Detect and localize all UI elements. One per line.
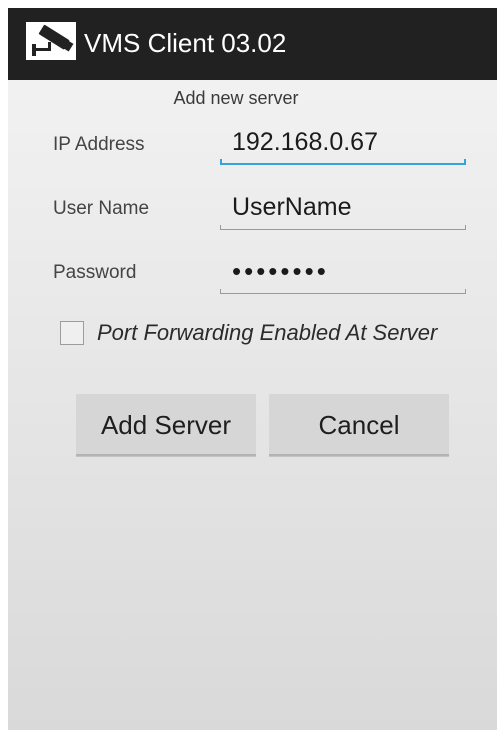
cctv-camera-icon: [26, 22, 76, 60]
password-label: Password: [53, 262, 137, 283]
ip-address-field[interactable]: 192.168.0.67: [220, 125, 466, 165]
user-name-label: User Name: [53, 198, 150, 219]
app-screen: VMS Client 03.02 Add new server IP Addre…: [8, 8, 497, 730]
ip-address-label: IP Address: [53, 134, 145, 155]
user-name-field[interactable]: UserName: [220, 190, 466, 230]
password-value[interactable]: ••••••••: [232, 254, 329, 288]
field-underline: [220, 229, 466, 230]
port-forwarding-checkbox[interactable]: [60, 321, 84, 345]
field-underline: [220, 293, 466, 294]
ip-address-value[interactable]: 192.168.0.67: [232, 125, 378, 159]
app-title: VMS Client 03.02: [84, 28, 287, 58]
password-field[interactable]: ••••••••: [220, 254, 466, 294]
cancel-button[interactable]: Cancel: [269, 394, 449, 456]
user-name-value[interactable]: UserName: [232, 190, 351, 224]
field-underline: [220, 163, 466, 165]
title-bar: VMS Client 03.02: [8, 8, 497, 80]
dialog-subtitle: Add new server: [173, 88, 299, 108]
port-forwarding-label[interactable]: Port Forwarding Enabled At Server: [97, 316, 437, 350]
add-server-button[interactable]: Add Server: [76, 394, 256, 456]
